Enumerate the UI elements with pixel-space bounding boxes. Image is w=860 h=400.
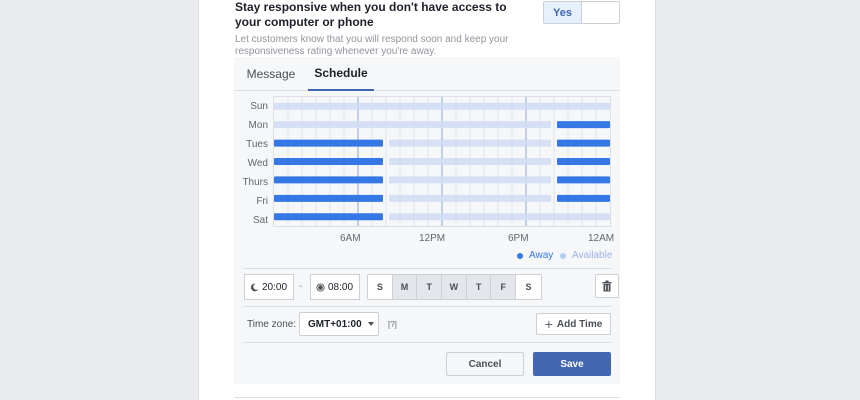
legend-away: Away: [517, 250, 553, 261]
time-label-12pm: 12PM: [419, 233, 446, 244]
caret-down-icon: [367, 322, 374, 326]
away-dot-icon: [517, 252, 523, 259]
setting-description: Let customers know that you will respond…: [235, 34, 509, 57]
time-separator: -: [299, 281, 303, 292]
available-bar[interactable]: [389, 176, 551, 184]
timezone-value: GMT+01:00: [308, 318, 362, 330]
available-bar[interactable]: [389, 194, 551, 202]
available-bar[interactable]: [389, 158, 551, 165]
schedule-panel: Message Schedule Sun Mon Tues Wed Thurs …: [234, 57, 620, 384]
away-bar[interactable]: [557, 139, 610, 147]
away-bar[interactable]: [557, 158, 610, 165]
toggle-yes[interactable]: Yes: [544, 2, 582, 23]
legend-available: Available: [560, 250, 612, 261]
day-label-sat: Sat: [252, 215, 268, 226]
schedule-grid-svg: [274, 97, 610, 226]
day-selector: S M T W T F S: [367, 274, 542, 300]
away-bar[interactable]: [274, 139, 383, 147]
time-label-6am: 6AM: [340, 233, 361, 244]
tab-message[interactable]: Message: [240, 57, 302, 91]
away-bar[interactable]: [274, 213, 383, 221]
tab-bar: Message Schedule: [234, 57, 620, 91]
start-time-value: 20:00: [262, 281, 288, 293]
end-time-value: 08:00: [328, 281, 354, 293]
available-bar[interactable]: [389, 139, 551, 147]
divider: [243, 268, 611, 269]
day-button-fri[interactable]: F: [491, 275, 517, 299]
time-controls: 20:00 - 08:00 S M T W T F S: [243, 274, 619, 303]
day-button-thu[interactable]: T: [466, 275, 492, 299]
away-bar[interactable]: [274, 194, 383, 202]
day-button-mon[interactable]: M: [392, 275, 418, 299]
schedule-grid[interactable]: [273, 96, 611, 227]
timezone-help-link[interactable]: [?]: [388, 320, 397, 329]
away-bar[interactable]: [557, 194, 610, 202]
day-button-wed[interactable]: W: [442, 275, 467, 299]
timezone-label: Time zone:: [247, 319, 297, 330]
start-time-input[interactable]: 20:00: [244, 274, 294, 300]
day-label-thurs: Thurs: [242, 177, 268, 188]
setting-heading: Stay responsive when you don't have acce…: [235, 0, 507, 29]
divider: [234, 397, 620, 398]
available-bar[interactable]: [274, 121, 551, 129]
day-label-wed: Wed: [247, 158, 268, 169]
sun-icon: [316, 282, 325, 292]
moon-icon: [250, 283, 259, 291]
add-time-label: Add Time: [556, 318, 603, 330]
cancel-button[interactable]: Cancel: [446, 352, 524, 376]
legend-available-label: Available: [572, 250, 613, 261]
day-label-mon: Mon: [248, 120, 268, 131]
day-label-tues: Tues: [246, 139, 268, 150]
divider: [243, 342, 611, 343]
toggle-no[interactable]: [582, 2, 619, 23]
available-bar[interactable]: [274, 102, 610, 110]
delete-button[interactable]: [595, 274, 619, 298]
away-bar[interactable]: [557, 121, 610, 129]
day-label-fri: Fri: [256, 196, 268, 207]
end-time-input[interactable]: 08:00: [310, 274, 360, 300]
legend-away-label: Away: [529, 250, 554, 261]
day-button-tue[interactable]: T: [417, 275, 443, 299]
tab-schedule[interactable]: Schedule: [308, 57, 374, 91]
away-bar[interactable]: [274, 158, 383, 165]
away-bar[interactable]: [557, 176, 610, 184]
plus-icon: +: [544, 316, 553, 332]
divider: [243, 306, 611, 307]
yes-no-toggle[interactable]: Yes: [543, 1, 620, 24]
time-label-12am: 12AM: [588, 233, 615, 244]
add-time-button[interactable]: + Add Time: [536, 313, 611, 335]
day-button-sat[interactable]: S: [516, 275, 541, 299]
timezone-select[interactable]: GMT+01:00: [299, 312, 379, 336]
away-bar[interactable]: [274, 176, 383, 184]
save-button[interactable]: Save: [533, 352, 611, 376]
trash-icon: [602, 280, 612, 292]
day-label-sun: Sun: [250, 101, 268, 112]
available-bar[interactable]: [389, 213, 610, 221]
available-dot-icon: [560, 252, 566, 259]
time-label-6pm: 6PM: [508, 233, 529, 244]
day-button-sun[interactable]: S: [368, 275, 393, 299]
